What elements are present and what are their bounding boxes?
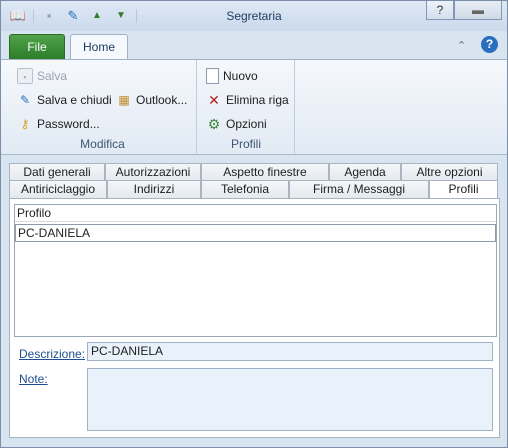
outlook-button[interactable]: ▦ Outlook... xyxy=(116,90,187,110)
tab-telefonia[interactable]: Telefonia xyxy=(201,180,289,198)
tab-autorizzazioni[interactable]: Autorizzazioni xyxy=(105,163,201,181)
salva-label: Salva xyxy=(37,69,68,83)
password-label: Password... xyxy=(37,117,100,131)
salva-chiudi-label: Salva e chiudi xyxy=(37,93,112,107)
ribbon: ▪ Salva ✎ Salva e chiudi ▦ Outlook... ⚷ … xyxy=(1,59,507,155)
group-modifica: ▪ Salva ✎ Salva e chiudi ▦ Outlook... ⚷ … xyxy=(9,60,197,154)
opzioni-button[interactable]: ⚙ Opzioni xyxy=(206,114,267,134)
title-bar: 📖 ▪ ✎ ▲ ▼ Segretaria ? ▬ xyxy=(1,1,507,31)
elimina-riga-button[interactable]: ✕ Elimina riga xyxy=(206,90,289,110)
tab-aspetto-finestre[interactable]: Aspetto finestre xyxy=(201,163,329,181)
grid-header-profilo[interactable]: Profilo xyxy=(15,205,496,222)
nuovo-label: Nuovo xyxy=(223,69,258,83)
ribbon-tab-bar: File Home ⌃ ? xyxy=(1,31,507,60)
tab-antiriciclaggio[interactable]: Antiriciclaggio xyxy=(9,180,107,198)
tab-firma-messaggi[interactable]: Firma / Messaggi xyxy=(289,180,429,198)
group-label-profili: Profili xyxy=(230,137,261,151)
password-button[interactable]: ⚷ Password... xyxy=(17,114,100,134)
outlook-icon: ▦ xyxy=(118,93,130,107)
note-label: Note: xyxy=(19,372,48,386)
gear-icon: ⚙ xyxy=(207,116,221,132)
note-field[interactable] xyxy=(87,368,493,431)
elimina-label: Elimina riga xyxy=(226,93,289,107)
close-icon: ▬ xyxy=(472,3,484,17)
save-close-icon: ✎ xyxy=(19,93,31,107)
window: 📖 ▪ ✎ ▲ ▼ Segretaria ? ▬ File Home ⌃ ? ▪… xyxy=(0,0,508,448)
close-button[interactable]: ▬ xyxy=(454,1,502,20)
descrizione-label: Descrizione: xyxy=(19,347,86,361)
help-icon[interactable]: ? xyxy=(481,36,498,53)
descrizione-field[interactable]: PC-DANIELA xyxy=(87,342,493,361)
tab-home[interactable]: Home xyxy=(70,34,128,60)
collapse-ribbon-icon[interactable]: ⌃ xyxy=(457,39,466,52)
new-document-icon xyxy=(206,68,219,84)
tab-profili[interactable]: Profili xyxy=(429,180,498,200)
delete-icon: ✕ xyxy=(208,92,220,108)
tab-dati-generali[interactable]: Dati generali xyxy=(9,163,105,181)
key-icon: ⚷ xyxy=(20,117,30,131)
table-row[interactable]: PC-DANIELA xyxy=(15,224,496,242)
help-window-button[interactable]: ? xyxy=(426,1,454,20)
profili-panel: Profilo PC-DANIELA Descrizione: PC-DANIE… xyxy=(9,198,500,438)
group-label-modifica: Modifica xyxy=(80,137,125,151)
nuovo-button[interactable]: Nuovo xyxy=(206,66,258,86)
group-profili: Nuovo ✕ Elimina riga ⚙ Opzioni Profili xyxy=(198,60,295,154)
tab-altre-opzioni[interactable]: Altre opzioni xyxy=(401,163,498,181)
tab-agenda[interactable]: Agenda xyxy=(329,163,401,181)
tab-file[interactable]: File xyxy=(9,34,65,59)
profili-grid: Profilo PC-DANIELA xyxy=(14,204,497,337)
opzioni-label: Opzioni xyxy=(226,117,267,131)
outlook-label: Outlook... xyxy=(136,93,188,107)
save-icon: ▪ xyxy=(17,68,33,84)
salva-chiudi-button[interactable]: ✎ Salva e chiudi xyxy=(17,90,112,110)
salva-button[interactable]: ▪ Salva xyxy=(17,66,67,86)
tab-indirizzi[interactable]: Indirizzi xyxy=(107,180,201,198)
